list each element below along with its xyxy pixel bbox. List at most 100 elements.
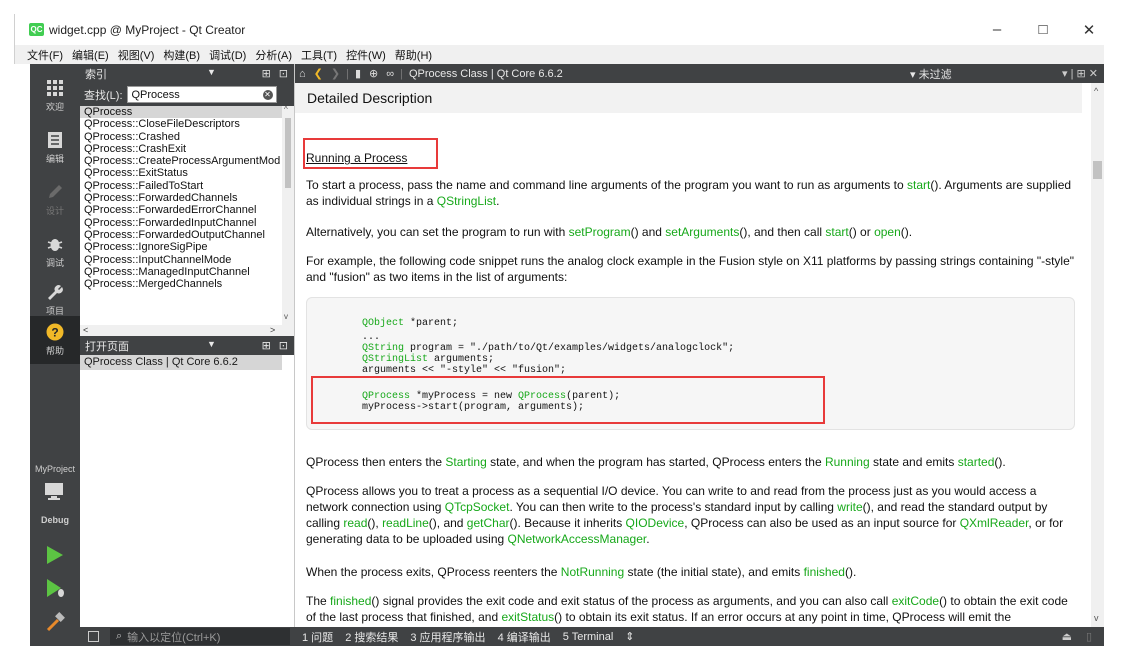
back-icon[interactable]: ❮ (314, 67, 323, 80)
index-view-selector[interactable]: 索引 (85, 66, 107, 82)
list-item[interactable]: QProcess::ManagedInputChannel (80, 266, 282, 278)
split-icon[interactable]: ▾ | ⊞ ✕ (1062, 67, 1098, 80)
tab-app-output[interactable]: 3 应用程序输出 (410, 629, 485, 645)
globe-icon[interactable]: ⊕ (369, 67, 378, 80)
menu-debug[interactable]: 调试(D) (209, 47, 246, 63)
more-tabs-icon[interactable]: ⇕ (625, 630, 634, 643)
code-type[interactable]: QObject (362, 318, 404, 329)
scrollbar-thumb[interactable] (1093, 161, 1102, 179)
debug-run-icon[interactable] (46, 578, 66, 601)
menu-edit[interactable]: 编辑(E) (72, 47, 109, 63)
mode-design[interactable]: 设计 (30, 176, 80, 224)
open-pages-selector[interactable]: 打开页面 (85, 338, 129, 354)
code-type[interactable]: QString (362, 343, 404, 354)
list-item[interactable]: QProcess::ForwardedOutputChannel (80, 229, 282, 241)
scroll-down-icon[interactable]: v (1094, 613, 1099, 623)
link-setarguments[interactable]: setArguments (665, 225, 739, 239)
list-item[interactable]: QProcess::ForwardedChannels (80, 192, 282, 204)
tab-terminal[interactable]: 5 Terminal (563, 631, 614, 643)
link-exitcode[interactable]: exitCode (892, 594, 939, 608)
tab-issues[interactable]: 1 问题 (302, 629, 333, 645)
mode-help[interactable]: ? 帮助 (30, 316, 80, 364)
tab-compile-output[interactable]: 4 编译输出 (498, 629, 551, 645)
mode-debug[interactable]: 调试 (30, 228, 80, 276)
toggle-sidebar-icon[interactable] (88, 631, 99, 642)
list-item[interactable]: QProcess::ForwardedInputChannel (80, 217, 282, 229)
link-finished[interactable]: finished (804, 565, 845, 579)
minimize-button[interactable]: – (974, 14, 1020, 45)
scroll-up-icon[interactable]: ^ (284, 106, 288, 114)
link-start[interactable]: start (825, 225, 848, 239)
link-icon[interactable]: ∞ (386, 68, 394, 80)
split-icon[interactable]: ⊞ (262, 67, 271, 80)
list-item[interactable]: QProcess::MergedChannels (80, 278, 282, 290)
progress-icon[interactable]: ⏏ (1062, 630, 1072, 643)
chevron-down-icon[interactable]: ▼ (207, 339, 216, 349)
link-write[interactable]: write (837, 500, 862, 514)
scroll-down-icon[interactable]: v (284, 312, 288, 321)
link-setprogram[interactable]: setProgram (569, 225, 631, 239)
home-icon[interactable]: ⌂ (299, 68, 306, 80)
list-item[interactable]: QProcess::IgnoreSigPipe (80, 241, 282, 253)
link-notrunning[interactable]: NotRunning (561, 565, 624, 579)
search-input[interactable]: QProcess ✕ (126, 86, 277, 103)
index-scrollbar[interactable]: ^ v (282, 106, 294, 325)
scroll-right-icon[interactable]: > (270, 325, 275, 335)
scrollbar-thumb[interactable] (285, 118, 291, 188)
list-item[interactable]: QProcess::InputChannelMode (80, 254, 282, 266)
open-page-item[interactable]: QProcess Class | Qt Core 6.6.2 (80, 355, 282, 370)
list-item[interactable]: QProcess::ExitStatus (80, 167, 282, 179)
panel-toggle-icon[interactable]: ▯ (1086, 630, 1092, 643)
mode-welcome[interactable]: 欢迎 (30, 72, 80, 120)
locator-input[interactable]: ⌕ 输入以定位(Ctrl+K) (110, 628, 290, 645)
link-qxmlreader[interactable]: QXmlReader (960, 516, 1029, 530)
link-read[interactable]: read (343, 516, 367, 530)
menu-controls[interactable]: 控件(W) (346, 47, 386, 63)
forward-icon[interactable]: ❯ (331, 67, 340, 80)
list-item[interactable]: QProcess::CrashExit (80, 143, 282, 155)
filter-select[interactable]: ▾ 未过滤 (910, 66, 952, 82)
close-button[interactable]: ✕ (1066, 14, 1112, 45)
list-item[interactable]: QProcess::ForwardedErrorChannel (80, 204, 282, 216)
link-getchar[interactable]: getChar (467, 516, 510, 530)
menu-view[interactable]: 视图(V) (118, 47, 155, 63)
list-item[interactable]: QProcess::CreateProcessArgumentMod (80, 155, 282, 167)
build-hammer-icon[interactable] (46, 612, 66, 635)
clear-icon[interactable]: ✕ (262, 90, 273, 100)
mode-edit[interactable]: 编辑 (30, 124, 80, 172)
run-icon[interactable] (46, 545, 64, 568)
link-start[interactable]: start (907, 178, 930, 192)
link-qstringlist[interactable]: QStringList (437, 194, 496, 208)
tab-search-results[interactable]: 2 搜索结果 (345, 629, 398, 645)
bookmark-icon[interactable]: ▮ (355, 67, 361, 80)
monitor-icon[interactable] (44, 482, 66, 505)
chevron-down-icon[interactable]: ▼ (207, 67, 216, 77)
scroll-up-icon[interactable]: ^ (1094, 86, 1098, 96)
list-item[interactable]: QProcess::Crashed (80, 131, 282, 143)
close-pane-icon[interactable]: ⊡ (279, 67, 288, 80)
index-hscrollbar[interactable]: < > (80, 325, 294, 336)
maximize-button[interactable]: □ (1020, 14, 1066, 45)
scroll-left-icon[interactable]: < (83, 325, 88, 335)
link-running[interactable]: Running (825, 455, 870, 469)
close-pane-icon[interactable]: ⊡ (279, 339, 288, 352)
link-qnetworkaccessmanager[interactable]: QNetworkAccessManager (508, 532, 647, 546)
menu-tools[interactable]: 工具(T) (301, 47, 337, 63)
menu-file[interactable]: 文件(F) (27, 47, 63, 63)
menu-analyze[interactable]: 分析(A) (255, 47, 292, 63)
list-item[interactable]: QProcess::CloseFileDescriptors (80, 118, 282, 130)
link-started[interactable]: started (958, 455, 995, 469)
link-qiodevice[interactable]: QIODevice (626, 516, 685, 530)
link-starting[interactable]: Starting (445, 455, 486, 469)
split-icon[interactable]: ⊞ (262, 339, 271, 352)
menu-build[interactable]: 构建(B) (163, 47, 200, 63)
link-readline[interactable]: readLine (382, 516, 429, 530)
code-type[interactable]: QStringList (362, 354, 428, 365)
link-exitstatus[interactable]: exitStatus (501, 610, 554, 624)
link-qtcpsocket[interactable]: QTcpSocket (445, 500, 510, 514)
menu-help[interactable]: 帮助(H) (395, 47, 432, 63)
list-item[interactable]: QProcess (80, 106, 282, 119)
doc-scrollbar[interactable]: ^ v (1091, 83, 1104, 627)
link-open[interactable]: open (874, 225, 901, 239)
list-item[interactable]: QProcess::FailedToStart (80, 180, 282, 192)
